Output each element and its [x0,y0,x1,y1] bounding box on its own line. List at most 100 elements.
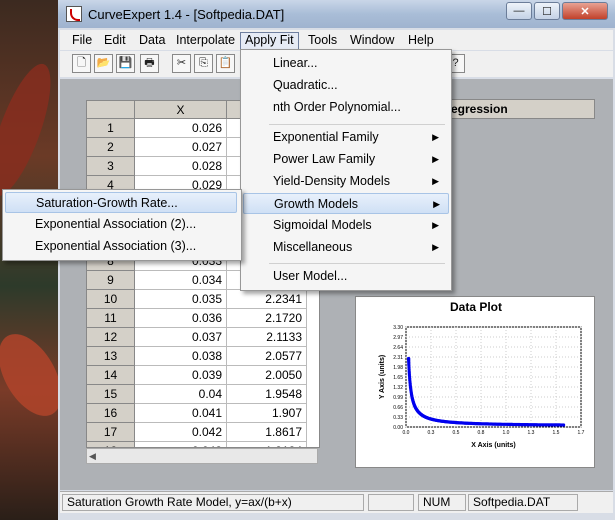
minimize-button[interactable]: — [506,2,532,20]
menu-item-saturation-growth-rate[interactable]: Saturation-Growth Rate... [5,192,237,213]
menu-edit[interactable]: Edit [100,32,130,49]
menu-item-quadratic[interactable]: Quadratic... [243,75,447,96]
grid-row-number[interactable]: 2 [87,138,135,157]
grid-cell-x[interactable]: 0.035 [135,290,227,309]
grid-cell-y[interactable]: 2.0577 [227,347,307,366]
y-tick-label: 0.99 [393,395,403,401]
grid-cell-x[interactable]: 0.026 [135,119,227,138]
menu-item-growth-models[interactable]: Growth Models ▶ [243,193,449,214]
growth-models-submenu: Saturation-Growth Rate... Exponential As… [2,189,242,261]
grid-cell-x[interactable]: 0.042 [135,423,227,442]
grid-cell-x[interactable]: 0.027 [135,138,227,157]
grid-row-number[interactable]: 10 [87,290,135,309]
menu-separator [269,124,445,125]
grid-cell-x[interactable]: 0.039 [135,366,227,385]
cut-icon[interactable]: ✂ [172,54,191,73]
menu-item-exponential-family[interactable]: Exponential Family ▶ [243,127,447,148]
plot-chart: 0.000.330.660.991.321.651.982.312.642.97… [379,325,585,449]
menu-item-miscellaneous[interactable]: Miscellaneous ▶ [243,237,447,258]
menu-item-sigmoidal[interactable]: Sigmoidal Models ▶ [243,215,447,236]
menu-item-yield-density[interactable]: Yield-Density Models ▶ [243,171,447,192]
grid-row-number[interactable]: 9 [87,271,135,290]
app-icon[interactable] [66,6,82,22]
print-icon[interactable]: 🖶 [140,54,159,73]
menu-file[interactable]: File [68,32,96,49]
maximize-button[interactable]: ☐ [534,2,560,20]
window-title: CurveExpert 1.4 - [Softpedia.DAT] [88,7,285,22]
close-button[interactable]: ✕ [562,2,608,20]
menu-tools[interactable]: Tools [304,32,341,49]
grid-header-x[interactable]: X [135,101,227,119]
y-tick-label: 0.33 [393,415,403,421]
x-tick-label: 1.0 [503,430,510,436]
grid-row-number[interactable]: 16 [87,404,135,423]
new-file-icon[interactable]: 🗋 [72,54,91,73]
grid-cell-y[interactable]: 1.9548 [227,385,307,404]
grid-cell-x[interactable]: 0.036 [135,309,227,328]
submenu-arrow-icon: ▶ [432,242,439,252]
menu-item-linear[interactable]: Linear... [243,53,447,74]
grid-cell-y[interactable]: 2.2341 [227,290,307,309]
x-axis-label: X Axis (units) [471,442,515,449]
grid-row-number[interactable]: 13 [87,347,135,366]
paste-icon[interactable]: 📋 [216,54,235,73]
open-folder-icon[interactable]: 📂 [94,54,113,73]
y-tick-label: 2.31 [393,355,403,361]
menu-item-label: Exponential Family [273,130,379,144]
x-tick-label: 0.3 [428,430,435,436]
scroll-left-arrow[interactable]: ◀ [89,451,99,461]
menu-item-power-law-family[interactable]: Power Law Family ▶ [243,149,447,170]
y-tick-label: 3.30 [393,325,403,331]
menu-window[interactable]: Window [346,32,398,49]
grid-cell-y[interactable]: 1.907 [227,404,307,423]
menu-item-nth-polynomial[interactable]: nth Order Polynomial... [243,97,447,118]
menu-item-exponential-association-3[interactable]: Exponential Association (3)... [5,236,237,257]
grid-row-number[interactable]: 12 [87,328,135,347]
grid-cell-x[interactable]: 0.037 [135,328,227,347]
menu-item-user-model[interactable]: User Model... [243,266,447,287]
grid-cell-x[interactable]: 0.028 [135,157,227,176]
status-file: Softpedia.DAT [468,494,578,511]
horizontal-scrollbar[interactable]: ◀ [86,448,318,464]
x-tick-label: 0.0 [403,430,410,436]
grid-cell-x[interactable]: 0.038 [135,347,227,366]
x-tick-label: 1.7 [578,430,585,436]
grid-row-number[interactable]: 14 [87,366,135,385]
copy-icon[interactable]: ⎘ [194,54,213,73]
menu-separator [269,263,445,264]
data-plot-panel[interactable]: Data Plot 0.00 0.33 0.66 0.99 1.32 1.65 1.98 2.… [355,296,595,468]
menu-item-label: Growth Models [274,197,359,211]
menu-item-label: Yield-Density Models [273,174,390,188]
save-icon[interactable]: 💾 [116,54,135,73]
x-tick-label: 0.8 [478,430,485,436]
grid-row-number[interactable]: 15 [87,385,135,404]
menu-item-exponential-association-2[interactable]: Exponential Association (2)... [5,214,237,235]
grid-cell-x[interactable]: 0.034 [135,271,227,290]
menu-data[interactable]: Data [135,32,169,49]
menu-item-label: Miscellaneous [273,240,353,254]
menu-help[interactable]: Help [404,32,438,49]
y-tick-label: 1.65 [393,375,403,381]
submenu-arrow-icon: ▶ [432,176,439,186]
submenu-arrow-icon: ▶ [432,220,439,230]
submenu-arrow-icon: ▶ [433,199,440,209]
grid-cell-x[interactable]: 0.041 [135,404,227,423]
status-num: NUM [418,494,466,511]
y-axis-label: Y Axis (units) [379,355,386,399]
grid-row-number[interactable]: 17 [87,423,135,442]
grid-row-number[interactable]: 3 [87,157,135,176]
grid-cell-y[interactable]: 1.8617 [227,423,307,442]
grid-cell-y[interactable]: 2.1720 [227,309,307,328]
grid-cell-y[interactable]: 2.1133 [227,328,307,347]
grid-cell-x[interactable]: 0.04 [135,385,227,404]
leaf-decoration [0,57,63,203]
grid-corner [87,101,135,119]
grid-cell-y[interactable]: 2.0050 [227,366,307,385]
y-tick-label: 1.98 [393,365,403,371]
grid-row-number[interactable]: 1 [87,119,135,138]
grid-row-number[interactable]: 11 [87,309,135,328]
title-bar[interactable]: CurveExpert 1.4 - [Softpedia.DAT] — ☐ ✕ [58,0,615,28]
menu-bar: File Edit Data Interpolate Apply Fit Too… [60,30,613,51]
menu-interpolate[interactable]: Interpolate [172,32,239,49]
status-empty [368,494,414,511]
